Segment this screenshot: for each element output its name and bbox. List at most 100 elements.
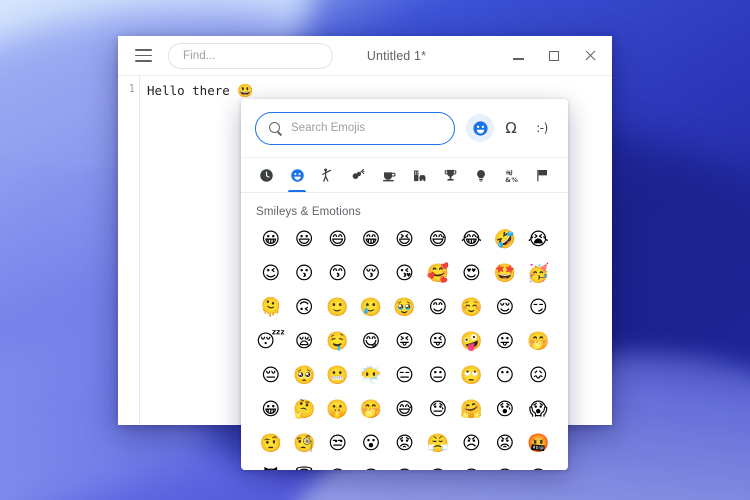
emoji-cell[interactable]: 😌 xyxy=(488,293,521,323)
smiley-icon xyxy=(290,168,304,182)
emoji-cell[interactable]: 😔 xyxy=(254,361,287,391)
emoji-cell[interactable]: 😗 xyxy=(287,259,320,289)
emoji-cell[interactable]: 😬 xyxy=(321,361,354,391)
emoji-cell[interactable]: 🥰 xyxy=(421,259,454,289)
emoji-cell[interactable]: 🤩 xyxy=(488,259,521,289)
emoji-cell[interactable]: 😦 xyxy=(488,463,521,471)
emoji-cell[interactable]: 😄 xyxy=(321,225,354,255)
emoji-cell[interactable]: 😘 xyxy=(388,259,421,289)
emoji-cell[interactable]: 🤭 xyxy=(522,327,555,357)
emoji-cell[interactable]: 🥺 xyxy=(287,361,320,391)
minimize-button[interactable] xyxy=(500,40,536,72)
category-tab-activity[interactable] xyxy=(435,158,466,192)
emoji-cell[interactable]: 😙 xyxy=(321,259,354,289)
svg-text:%: % xyxy=(511,175,518,182)
emoji-cell[interactable]: 😁 xyxy=(354,225,387,255)
emoji-cell[interactable]: 😂 xyxy=(455,225,488,255)
emoji-cell[interactable]: 🙂 xyxy=(321,293,354,323)
emoji-cell[interactable]: 😲 xyxy=(354,463,387,471)
emoji-cell[interactable]: 😇 xyxy=(287,463,320,471)
emoji-cell[interactable]: 😡 xyxy=(488,429,521,459)
emoji-cell[interactable]: 😳 xyxy=(388,463,421,471)
emoji-cell[interactable]: 🤬 xyxy=(522,429,555,459)
plant-icon xyxy=(353,168,365,179)
emoji-cell[interactable]: 😠 xyxy=(455,429,488,459)
smiley-face-icon xyxy=(472,120,488,136)
title-bar: Find... Untitled 1* xyxy=(118,36,612,76)
emoji-cell[interactable]: 😐 xyxy=(421,361,454,391)
emoji-cell[interactable]: 🤪 xyxy=(455,327,488,357)
emoji-cell[interactable]: 😶‍🌫️ xyxy=(354,361,387,391)
emoji-cell[interactable]: 😀 xyxy=(254,225,287,255)
emoji-cell[interactable]: 😭 xyxy=(522,225,555,255)
emoji-picker-header: Ω :-) xyxy=(241,99,568,158)
emoji-cell[interactable]: 😆 xyxy=(388,225,421,255)
category-tab-travel[interactable] xyxy=(405,158,436,192)
emoji-cell[interactable]: 🤭 xyxy=(354,395,387,425)
person-icon xyxy=(322,168,332,182)
emoji-cell[interactable]: 😖 xyxy=(522,361,555,391)
emoji-cell[interactable]: 😱 xyxy=(522,395,555,425)
document-title: Untitled 1* xyxy=(366,48,427,63)
emoji-cell[interactable]: 😝 xyxy=(388,327,421,357)
emoji-cell[interactable]: 😅 xyxy=(388,395,421,425)
emoji-cell[interactable]: 🤨 xyxy=(254,429,287,459)
emoji-cell[interactable]: 🤤 xyxy=(321,327,354,357)
mode-emoji-button[interactable] xyxy=(466,114,494,142)
emoji-cell[interactable]: 😪 xyxy=(287,327,320,357)
emoji-cell[interactable]: 😒 xyxy=(321,429,354,459)
emoji-cell[interactable]: 😴 xyxy=(254,327,287,357)
emoji-cell[interactable]: 😤 xyxy=(421,429,454,459)
emoji-cell[interactable]: 😍 xyxy=(455,259,488,289)
mode-kaomoji-button[interactable]: :-) xyxy=(528,114,556,142)
hamburger-menu-icon[interactable] xyxy=(128,42,158,70)
emoji-cell[interactable]: ☺️ xyxy=(455,293,488,323)
category-tab-people[interactable] xyxy=(312,158,343,192)
maximize-button[interactable] xyxy=(536,40,572,72)
emoji-cell[interactable]: 🙄 xyxy=(455,361,488,391)
close-button[interactable] xyxy=(572,40,608,72)
emoji-cell[interactable]: 😀 xyxy=(254,395,287,425)
emoji-cell[interactable]: 😅 xyxy=(421,225,454,255)
emoji-cell[interactable]: 🤔 xyxy=(287,395,320,425)
emoji-cell[interactable]: 😓 xyxy=(421,395,454,425)
emoji-cell[interactable]: 😜 xyxy=(421,327,454,357)
category-tab-recent[interactable] xyxy=(251,158,282,192)
emoji-cell[interactable]: 😈 xyxy=(254,463,287,471)
emoji-cell[interactable]: 🤣 xyxy=(488,225,521,255)
emoji-cell[interactable]: 😧 xyxy=(455,463,488,471)
emoji-cell[interactable]: 😛 xyxy=(488,327,521,357)
emoji-cell[interactable]: 🥹 xyxy=(388,293,421,323)
emoji-cell[interactable]: 🥲 xyxy=(354,293,387,323)
emoji-cell[interactable]: 😟 xyxy=(388,429,421,459)
emoji-cell[interactable]: 😃 xyxy=(287,225,320,255)
emoji-cell[interactable]: 🙃 xyxy=(287,293,320,323)
emoji-cell[interactable]: 😑 xyxy=(388,361,421,391)
emoji-search-box[interactable] xyxy=(255,111,455,145)
emoji-cell[interactable]: 🫠 xyxy=(254,293,287,323)
emoji-cell[interactable]: 🧐 xyxy=(287,429,320,459)
emoji-cell[interactable]: 🤗 xyxy=(455,395,488,425)
emoji-cell[interactable]: 😵 xyxy=(321,463,354,471)
emoji-cell[interactable]: 😮 xyxy=(354,429,387,459)
emoji-cell[interactable]: 😯 xyxy=(522,463,555,471)
category-tab-food[interactable] xyxy=(374,158,405,192)
emoji-cell[interactable]: 😨 xyxy=(421,463,454,471)
category-tab-flags[interactable] xyxy=(527,158,558,192)
emoji-cell[interactable]: 😋 xyxy=(354,327,387,357)
emoji-cell[interactable]: 😰 xyxy=(488,395,521,425)
emoji-cell[interactable]: 😏 xyxy=(522,293,555,323)
mode-symbols-button[interactable]: Ω xyxy=(497,114,525,142)
category-tab-symbols[interactable]: ≡ & % xyxy=(497,158,528,192)
emoji-cell[interactable]: 😶 xyxy=(488,361,521,391)
emoji-cell[interactable]: 😚 xyxy=(354,259,387,289)
emoji-search-input[interactable] xyxy=(291,122,442,134)
category-tab-nature[interactable] xyxy=(343,158,374,192)
category-tab-objects[interactable] xyxy=(466,158,497,192)
emoji-scroll-region[interactable]: Smileys & Emotions 😀 😃 😄 😁 😆 😅 😂 🤣 😭 😉 😗 😙 😚 😘 🥰 😍 🤩 🥳 🫠 🙃 🙂… xyxy=(241,193,568,470)
emoji-cell[interactable]: 🥳 xyxy=(522,259,555,289)
emoji-cell[interactable]: 😉 xyxy=(254,259,287,289)
emoji-cell[interactable]: 😊 xyxy=(421,293,454,323)
emoji-cell[interactable]: 🤫 xyxy=(321,395,354,425)
category-tab-smileys[interactable] xyxy=(282,158,313,192)
